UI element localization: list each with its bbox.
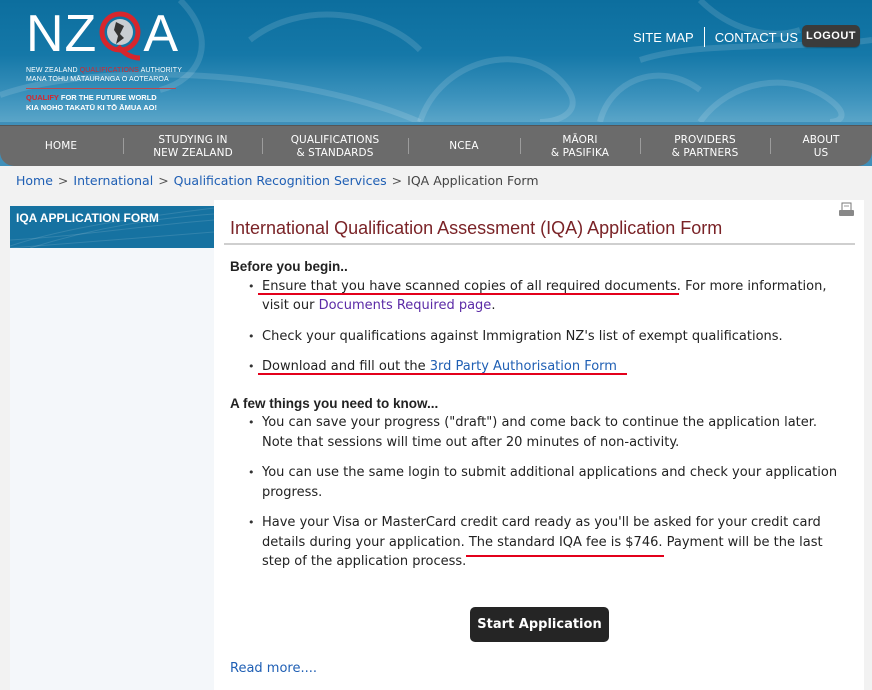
main-nav-wrapper: HOME STUDYING IN NEW ZEALAND QUALIFICATIO… xyxy=(0,122,872,166)
nav-item-home[interactable]: HOME xyxy=(20,126,102,167)
breadcrumb-separator: > xyxy=(57,173,69,188)
nzqa-logo[interactable]: NZ A NEW ZEALAND QUALIFICATIONS AUTHORIT… xyxy=(26,8,182,113)
nav-separator xyxy=(262,138,263,154)
print-icon[interactable] xyxy=(838,202,856,222)
nav-separator xyxy=(640,138,641,154)
logo-tagline: QUALIFY FOR THE FUTURE WORLD KIA NOHO TA… xyxy=(26,93,157,112)
annotation-underline xyxy=(258,293,679,295)
third-party-authorisation-link[interactable]: 3rd Party Authorisation Form xyxy=(430,359,617,374)
annotation-underline xyxy=(466,555,664,557)
logo-globe-q-icon xyxy=(98,8,142,61)
sidebar: IQA APPLICATION FORM xyxy=(10,206,214,690)
before-you-begin-heading: Before you begin.. xyxy=(230,259,348,274)
know-list: You can save your progress ("draft") and… xyxy=(230,413,850,572)
sidebar-heading[interactable]: IQA APPLICATION FORM xyxy=(10,206,214,248)
list-item: Check your qualifications against Immigr… xyxy=(230,327,850,347)
list-item: You can use the same login to submit add… xyxy=(230,463,850,502)
list-item: You can save your progress ("draft") and… xyxy=(230,413,850,452)
breadcrumb: Home > International > Qualification Recogni… xyxy=(16,173,539,188)
title-divider xyxy=(224,243,855,245)
page-title: International Qualification Assessment (… xyxy=(230,218,723,238)
site-header: NZ A NEW ZEALAND QUALIFICATIONS AUTHORIT… xyxy=(0,0,872,122)
documents-required-link[interactable]: Documents Required page xyxy=(319,298,492,313)
before-list: Ensure that you have scanned copies of a… xyxy=(230,277,850,377)
read-more-link[interactable]: Read more.... xyxy=(230,661,317,676)
things-to-know-heading: A few things you need to know... xyxy=(230,395,439,411)
breadcrumb-home[interactable]: Home xyxy=(16,173,53,188)
iqa-fee-text: The standard IQA fee is $746. xyxy=(468,534,663,550)
nav-separator xyxy=(123,138,124,154)
nav-separator xyxy=(770,138,771,154)
nav-separator xyxy=(408,138,409,154)
content-body: Before you begin.. Ensure that you have … xyxy=(230,257,850,572)
breadcrumb-international[interactable]: International xyxy=(73,173,153,188)
breadcrumb-separator: > xyxy=(391,173,403,188)
nav-item-qualifications[interactable]: QUALIFICATIONS & STANDARDS xyxy=(280,126,390,167)
nav-item-providers[interactable]: PROVIDERS & PARTNERS xyxy=(655,126,755,167)
nav-item-about[interactable]: ABOUT US xyxy=(785,126,857,167)
site-map-link[interactable]: SITE MAP xyxy=(633,30,694,45)
list-item: Have your Visa or MasterCard credit card… xyxy=(230,513,850,572)
utility-links: SITE MAP CONTACT US xyxy=(633,27,798,47)
logo-divider xyxy=(26,88,176,89)
logo-authority-line: NEW ZEALAND QUALIFICATIONS AUTHORITY MAN… xyxy=(26,67,182,83)
sidebar-heading-label: IQA APPLICATION FORM xyxy=(16,211,159,225)
logout-button[interactable]: LOGOUT xyxy=(802,25,860,47)
start-application-button[interactable]: Start Application xyxy=(470,607,609,642)
list-item: Ensure that you have scanned copies of a… xyxy=(230,277,850,316)
nav-item-ncea[interactable]: NCEA xyxy=(425,126,503,167)
nav-item-maori-pasifika[interactable]: MĀORI & PASIFIKA xyxy=(535,126,625,167)
breadcrumb-current: IQA Application Form xyxy=(407,173,539,188)
contact-us-link[interactable]: CONTACT US xyxy=(715,30,798,45)
annotation-underline xyxy=(258,373,627,375)
nav-item-studying[interactable]: STUDYING IN NEW ZEALAND xyxy=(140,126,246,167)
nav-separator xyxy=(520,138,521,154)
page-edge xyxy=(864,200,872,690)
logo-text-nz: NZ xyxy=(26,5,98,63)
utility-separator xyxy=(703,27,705,47)
breadcrumb-qrs[interactable]: Qualification Recognition Services xyxy=(174,173,387,188)
breadcrumb-separator: > xyxy=(158,173,169,188)
main-nav: HOME STUDYING IN NEW ZEALAND QUALIFICATIO… xyxy=(0,125,872,166)
logo-text-a: A xyxy=(143,5,180,63)
